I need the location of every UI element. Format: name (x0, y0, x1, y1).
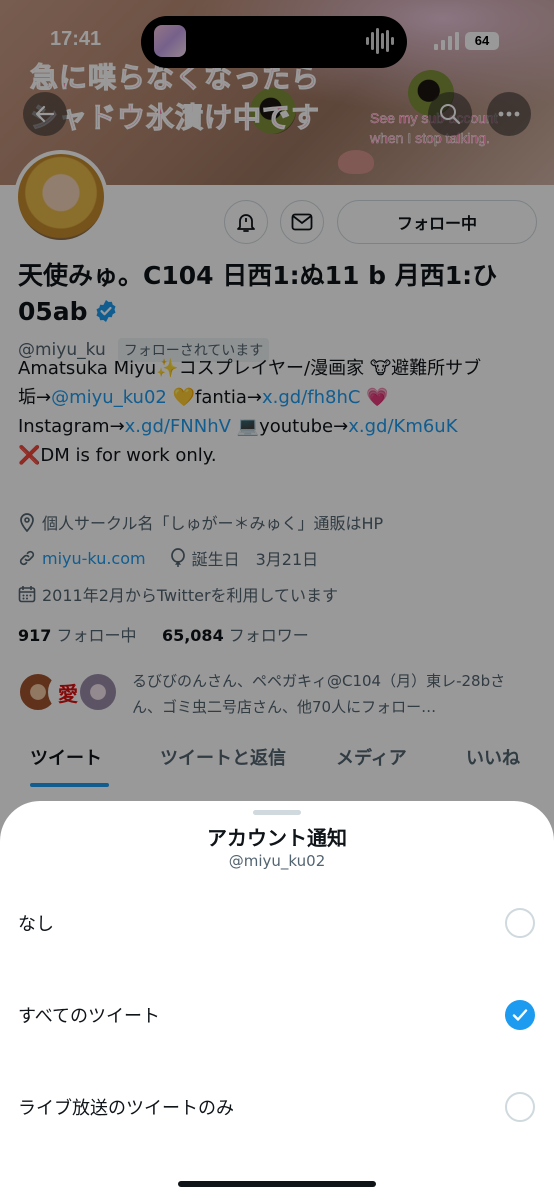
checkmark-icon (512, 1009, 528, 1021)
option-label: ライブ放送のツイートのみ (18, 1098, 234, 1119)
sheet-subtitle: @miyu_ku02 (228, 852, 326, 870)
radio-unselected[interactable] (505, 908, 535, 938)
sheet-grabber[interactable] (253, 810, 301, 815)
sheet-title: アカウント通知 (207, 826, 347, 850)
option-live-only[interactable]: ライブ放送のツイートのみ (0, 1072, 554, 1142)
home-indicator[interactable] (178, 1181, 376, 1187)
option-label: なし (18, 914, 54, 935)
radio-selected[interactable] (505, 1000, 535, 1030)
option-none[interactable]: なし (0, 888, 554, 958)
radio-unselected[interactable] (505, 1092, 535, 1122)
option-label: すべてのツイート (18, 1006, 161, 1027)
option-all-tweets[interactable]: すべてのツイート (0, 980, 554, 1050)
